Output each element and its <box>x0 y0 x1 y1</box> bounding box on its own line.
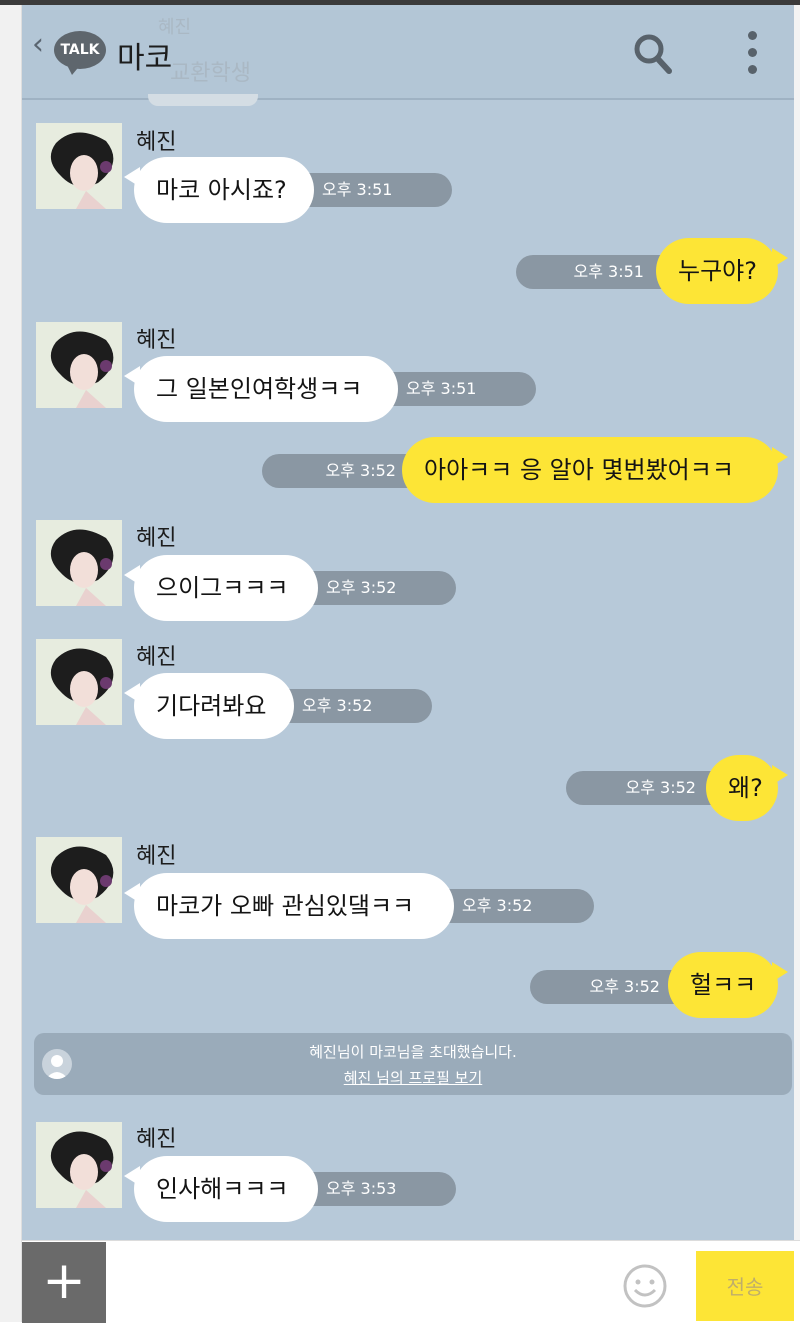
message-bubble-outgoing[interactable]: 왜? <box>706 755 788 821</box>
right-edge <box>794 5 800 1245</box>
avatar[interactable] <box>36 639 122 725</box>
sender-name: 혜진 <box>136 645 177 670</box>
message-bubble-outgoing[interactable]: 헐ㅋㅋ <box>668 952 788 1018</box>
system-notice: 혜진님이 마코님을 초대했습니다. 혜진 님의 프로필 보기 <box>34 1033 792 1095</box>
chat-header: 혜진 교환학생 ‹ TALK 마코 <box>22 5 794 100</box>
message-time: 오후 3:53 <box>294 1172 456 1206</box>
message-time: 오후 3:51 <box>374 372 536 406</box>
back-arrow-icon[interactable]: ‹ <box>32 27 44 62</box>
sender-name: 혜진 <box>136 1127 177 1152</box>
talk-logo-tail <box>66 63 82 75</box>
message-bubble-incoming[interactable]: 인사해ㅋㅋㅋ <box>124 1156 318 1222</box>
avatar-image <box>36 837 122 923</box>
avatar-image <box>36 520 122 606</box>
sender-name: 혜진 <box>136 526 177 551</box>
message-time: 오후 3:51 <box>290 173 452 207</box>
chat-title: 마코 <box>117 41 173 76</box>
message-bubble-incoming[interactable]: 마코가 오빠 관심있댘ㅋㅋ <box>124 873 454 939</box>
avatar-image <box>36 123 122 209</box>
notice-text: 혜진님이 마코님을 초대했습니다. <box>309 1043 517 1061</box>
message-bubble-incoming[interactable]: 마코 아시죠? <box>124 157 314 223</box>
message-time: 오후 3:52 <box>294 571 456 605</box>
sender-name: 혜진 <box>136 130 177 155</box>
message-time: 오후 3:52 <box>430 889 594 923</box>
message-time: 오후 3:52 <box>270 689 432 723</box>
sender-name: 혜진 <box>136 844 177 869</box>
message-input[interactable] <box>112 1251 616 1315</box>
avatar[interactable] <box>36 123 122 209</box>
avatar-image <box>36 1122 122 1208</box>
avatar[interactable] <box>36 837 122 923</box>
emoji-icon[interactable] <box>622 1263 668 1309</box>
view-profile-link[interactable]: 혜진 님의 프로필 보기 <box>34 1067 792 1088</box>
avatar-image <box>36 639 122 725</box>
send-button[interactable]: 전송 <box>696 1251 794 1321</box>
avatar[interactable] <box>36 520 122 606</box>
avatar[interactable] <box>36 1122 122 1208</box>
avatar[interactable] <box>36 322 122 408</box>
plus-icon[interactable]: + <box>22 1242 106 1323</box>
left-edge <box>0 5 22 1322</box>
message-bubble-incoming[interactable]: 으이그ㅋㅋㅋ <box>124 555 318 621</box>
ghost-message-text: 교환학생 <box>170 61 251 86</box>
message-input-bar: + 전송 <box>22 1240 800 1323</box>
more-vertical-icon[interactable] <box>742 27 762 79</box>
message-bubble-outgoing[interactable]: 누구야? <box>656 238 788 304</box>
message-bubble-incoming[interactable]: 그 일본인여학생ㅋㅋ <box>124 356 398 422</box>
message-bubble-incoming[interactable]: 기다려봐요 <box>124 673 294 739</box>
previous-message-fragment <box>148 94 258 106</box>
sender-name: 혜진 <box>136 328 177 353</box>
message-bubble-outgoing[interactable]: 아아ㅋㅋ 응 알아 몇번봤어ㅋㅋ <box>402 437 788 503</box>
avatar-image <box>36 322 122 408</box>
search-icon[interactable] <box>632 31 672 75</box>
